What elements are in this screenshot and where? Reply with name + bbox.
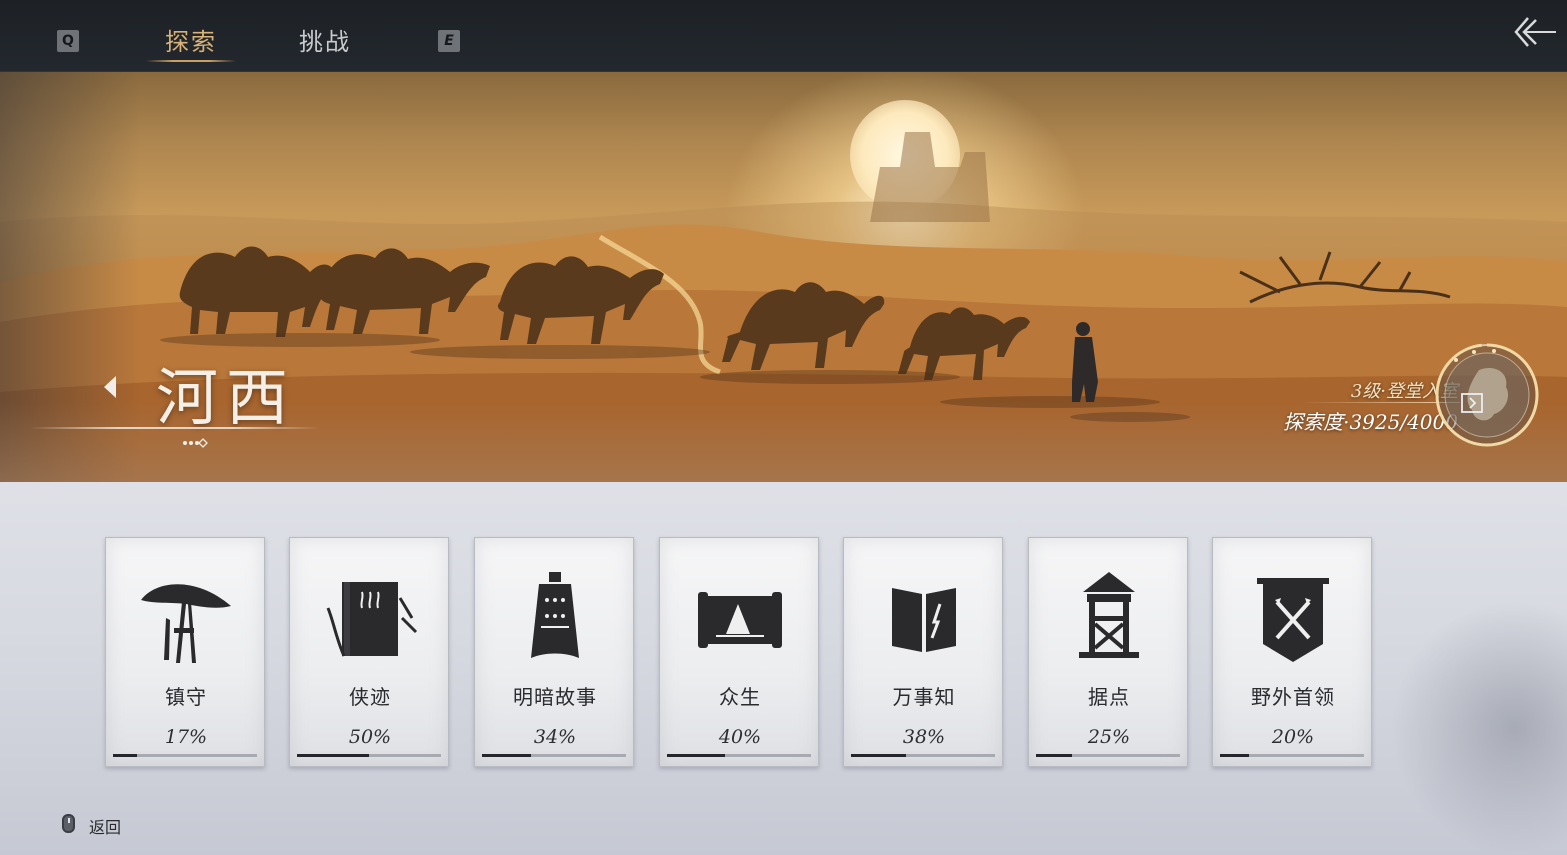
category-percent: 34% (533, 726, 577, 748)
category-percent: 17% (164, 726, 208, 748)
category-card-knowledge[interactable]: 万事知 38% (843, 537, 1003, 767)
double-chevron-arrow-left-icon[interactable] (1512, 14, 1558, 50)
tab-challenge[interactable]: 挑战 (299, 22, 351, 57)
category-progress-fill (482, 754, 531, 757)
category-percent: 40% (718, 726, 762, 748)
background-mist (1390, 600, 1567, 855)
category-progress-fill (113, 754, 138, 757)
category-progress-track (482, 754, 626, 757)
category-progress-track (667, 754, 811, 757)
category-percent: 38% (902, 726, 946, 748)
return-button[interactable]: 返回 (89, 814, 121, 838)
category-progress-fill (1036, 754, 1072, 757)
category-label: 据点 (1088, 685, 1130, 709)
category-label: 明暗故事 (513, 685, 597, 709)
bronze-bell-icon (531, 572, 579, 658)
category-card-people[interactable]: 众生 40% (659, 537, 819, 767)
mouse-right-click-icon (62, 814, 75, 833)
region-name: 河西 (156, 361, 297, 434)
book-bamboo-icon (326, 582, 418, 657)
category-percent: 50% (348, 726, 392, 748)
category-progress-track (1220, 754, 1364, 757)
category-label: 野外首领 (1251, 685, 1335, 709)
category-percent: 25% (1087, 726, 1131, 748)
region-banner: 河西 3级·登堂入室 探索度·3925/4000 (0, 72, 1567, 482)
category-card-hero-trails[interactable]: 侠迹 50% (289, 537, 449, 767)
category-progress-fill (667, 754, 725, 757)
region-page-dots-icon[interactable] (182, 438, 208, 448)
category-card-field-bosses[interactable]: 野外首领 20% (1212, 537, 1372, 767)
category-card-strongholds[interactable]: 据点 25% (1028, 537, 1188, 767)
category-progress-track (1036, 754, 1180, 757)
category-label: 万事知 (892, 685, 956, 709)
category-percent: 20% (1271, 726, 1315, 748)
scroll-painting-icon (698, 592, 782, 648)
category-card-guard[interactable]: 镇守 17% (105, 537, 265, 767)
category-label: 镇守 (165, 685, 207, 709)
region-divider (30, 427, 320, 429)
category-progress-track (297, 754, 441, 757)
category-progress-fill (1220, 754, 1249, 757)
region-prev-arrow-icon[interactable] (104, 376, 116, 398)
open-book-icon (892, 588, 956, 652)
category-card-stories[interactable]: 明暗故事 34% (474, 537, 634, 767)
region-map-medallion-icon[interactable] (1434, 342, 1540, 448)
crossed-swords-banner-icon (1257, 578, 1329, 662)
region-explore-progress: 探索度·3925/4000 (1283, 410, 1458, 434)
category-progress-fill (851, 754, 906, 757)
bamboo-hat-swords-icon (141, 584, 231, 663)
category-progress-track (851, 754, 995, 757)
active-tab-underline (146, 60, 236, 62)
top-bar: Q 探索 挑战 E (0, 0, 1567, 72)
category-progress-fill (297, 754, 369, 757)
q-key-hint[interactable]: Q (57, 30, 79, 52)
category-progress-track (113, 754, 257, 757)
tab-explore[interactable]: 探索 (165, 22, 217, 57)
category-label: 侠迹 (349, 685, 391, 709)
watchtower-icon (1079, 572, 1139, 658)
region-rank: 3级·登堂入室 (1350, 381, 1458, 402)
category-label: 众生 (719, 685, 761, 709)
e-key-hint[interactable]: E (438, 30, 460, 52)
